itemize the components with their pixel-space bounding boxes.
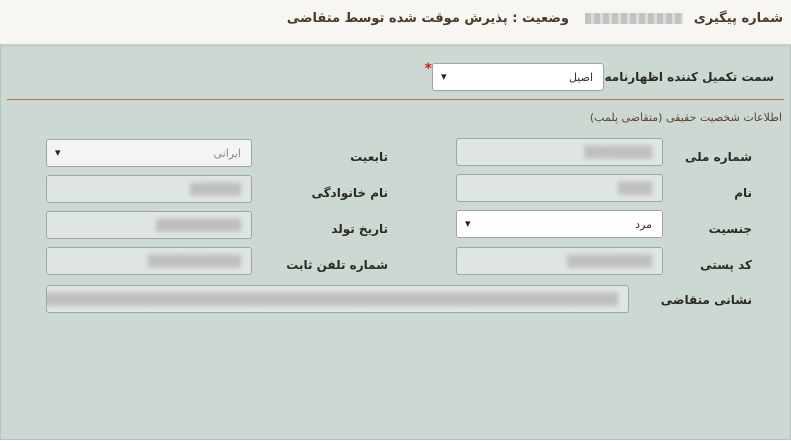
status-text: وضعیت : پذیرش موقت شده توسط متقاضی (286, 11, 569, 26)
nationality-label: تابعیت (350, 150, 388, 164)
page-header: شماره پیگیری وضعیت : پذیرش موقت شده توسط… (0, 0, 791, 44)
national-id-field[interactable]: ████████ (456, 138, 663, 166)
tracking-label: شماره پیگیری (693, 11, 783, 26)
address-value: ████████████████████████████████████████… (47, 293, 618, 306)
tracking-number-value (585, 13, 683, 24)
national-id-label: شماره ملی (685, 150, 752, 164)
gender-label: جنسیت (708, 222, 752, 236)
applicant-role-value: اصیل (568, 71, 593, 84)
address-label: نشانی متقاضی (660, 293, 752, 307)
last-name-value: ██████ (190, 183, 241, 196)
last-name-label: نام خانوادگی (311, 186, 388, 200)
gender-select[interactable]: مرد ▾ (456, 210, 663, 238)
section-divider (7, 99, 784, 100)
chevron-down-icon: ▾ (55, 146, 61, 159)
birth-date-field[interactable]: ██████████ (46, 211, 252, 239)
phone-label: شماره تلفن ثابت (286, 258, 388, 272)
section-title: اطلاعات شخصیت حقیقی (متقاضی پلمب) (589, 111, 782, 124)
birth-date-label: تاریخ تولد (331, 222, 388, 236)
first-name-field[interactable]: ████ (456, 174, 663, 202)
applicant-role-select[interactable]: اصیل ▾ (432, 63, 604, 91)
national-id-value: ████████ (584, 146, 652, 159)
postal-code-value: ██████████ (567, 255, 652, 268)
applicant-role-label: سمت تکمیل کننده اظهارنامه (604, 70, 774, 84)
postal-code-field[interactable]: ██████████ (456, 247, 663, 275)
birth-date-value: ██████████ (156, 219, 241, 232)
first-name-label: نام (734, 186, 752, 200)
postal-code-label: کد پستی (700, 258, 752, 272)
gender-value: مرد (635, 218, 652, 231)
last-name-field[interactable]: ██████ (46, 175, 252, 203)
address-field[interactable]: ████████████████████████████████████████… (46, 285, 629, 313)
chevron-down-icon: ▾ (441, 70, 447, 83)
nationality-value: ایرانی (213, 147, 241, 160)
first-name-value: ████ (618, 182, 652, 195)
phone-field[interactable]: ███████████ (46, 247, 252, 275)
phone-value: ███████████ (147, 255, 241, 268)
required-asterisk: * (424, 61, 432, 77)
nationality-select[interactable]: ایرانی ▾ (46, 139, 252, 167)
applicant-form-panel: سمت تکمیل کننده اظهارنامه اصیل ▾ * اطلاع… (0, 44, 791, 440)
chevron-down-icon: ▾ (465, 217, 471, 230)
